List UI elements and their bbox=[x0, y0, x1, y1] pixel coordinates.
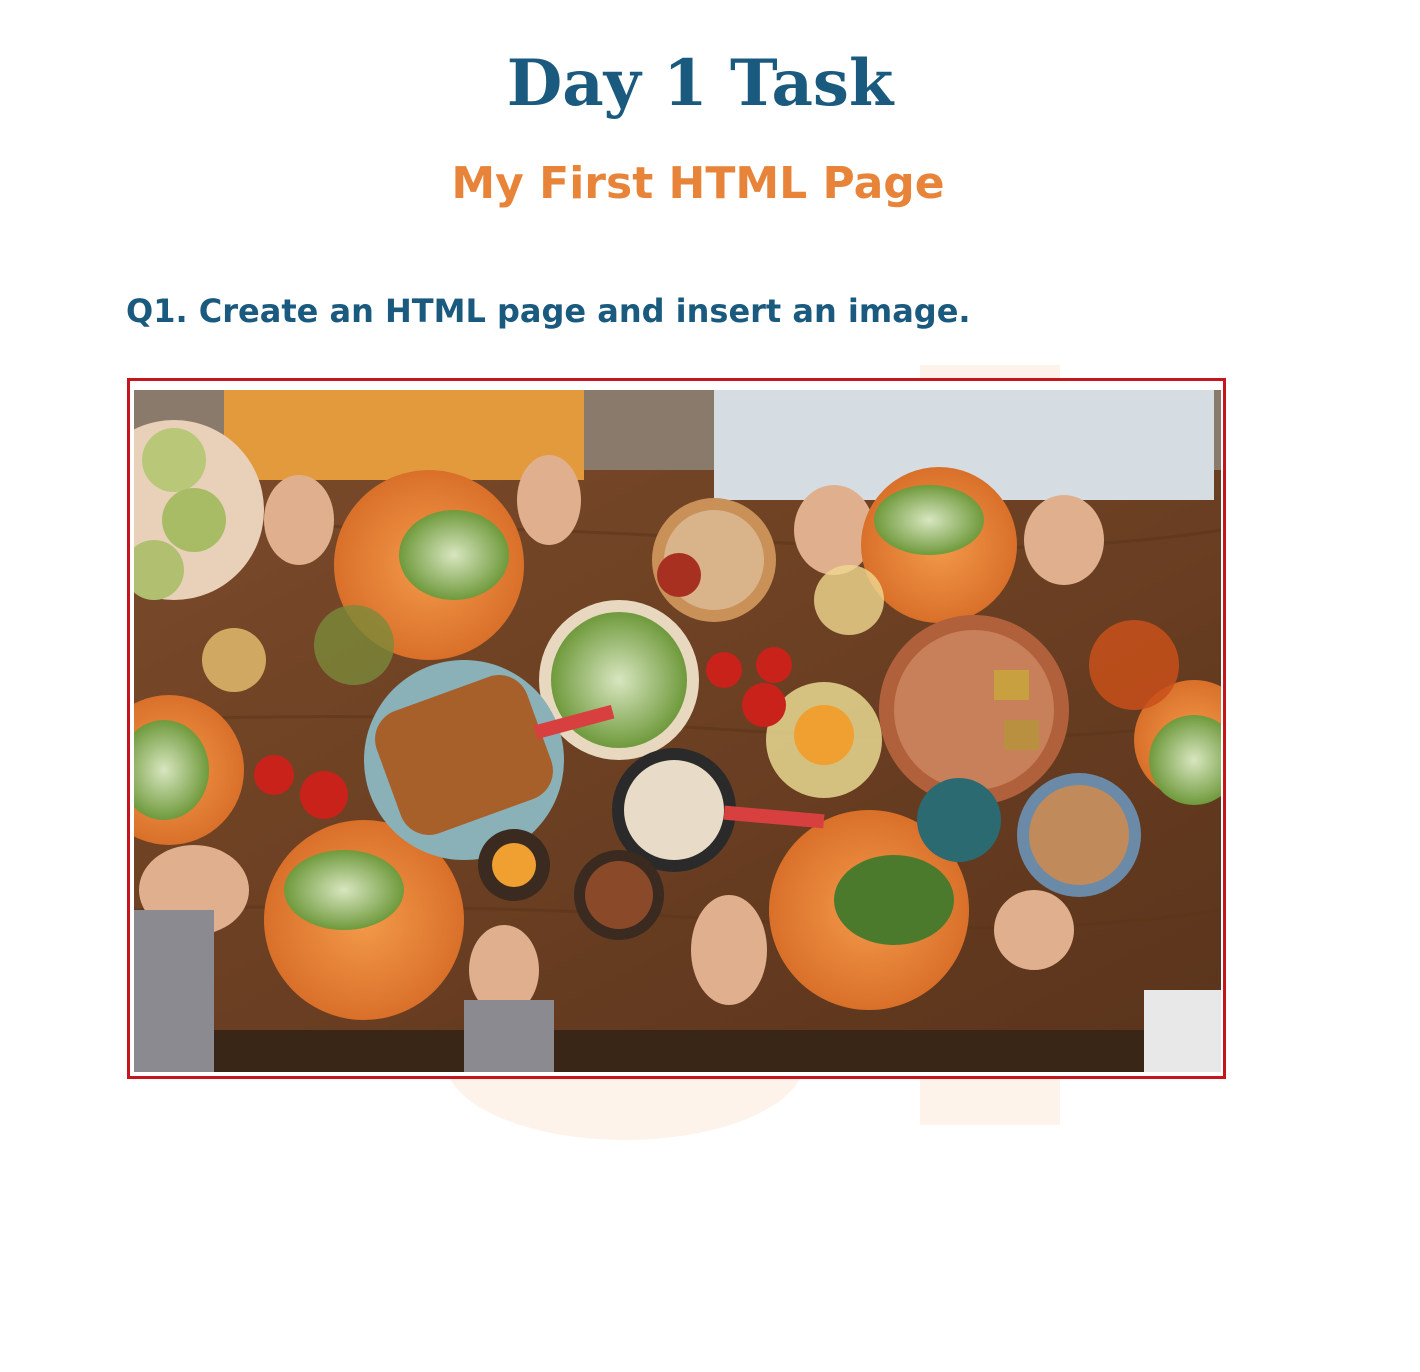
image-frame bbox=[127, 378, 1226, 1079]
page-subtitle: My First HTML Page bbox=[451, 158, 945, 209]
question-text: Q1. Create an HTML page and insert an im… bbox=[126, 292, 971, 330]
page-title: Day 1 Task bbox=[506, 46, 894, 121]
food-table-photo bbox=[134, 390, 1221, 1072]
